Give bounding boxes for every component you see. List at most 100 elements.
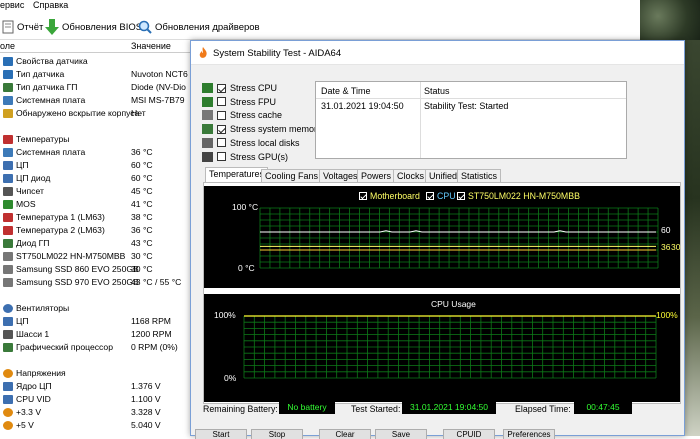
sensor-row[interactable]: ST750LM022 HN-M750MBB 30 °C bbox=[0, 250, 190, 263]
sensor-row[interactable]: Чипсет 45 °C bbox=[0, 185, 190, 198]
sensor-name: Системная плата bbox=[16, 95, 86, 105]
status-header[interactable]: Status bbox=[424, 86, 450, 96]
report-label: Отчёт bbox=[17, 21, 44, 33]
legend-motherboard-checkbox[interactable] bbox=[359, 192, 367, 200]
start-button[interactable]: Start bbox=[195, 429, 247, 439]
thermometer-icon bbox=[3, 213, 13, 222]
stress-checkbox[interactable] bbox=[217, 124, 226, 134]
legend-motherboard[interactable]: Motherboard bbox=[359, 191, 420, 201]
thermometer-icon bbox=[3, 226, 13, 235]
temp-ymin-label: 0 °C bbox=[238, 263, 255, 273]
gpu-icon bbox=[3, 343, 13, 352]
sensor-row[interactable]: ЦП 1168 RPM bbox=[0, 315, 190, 328]
cpu-icon bbox=[3, 382, 13, 391]
clear-button[interactable]: Clear bbox=[319, 429, 371, 439]
legend-motherboard-label: Motherboard bbox=[370, 191, 420, 201]
cpu-icon bbox=[3, 395, 13, 404]
sensor-name: +3.3 V bbox=[16, 407, 42, 417]
motherboard-icon bbox=[3, 148, 13, 157]
menu-service[interactable]: ервис bbox=[0, 0, 24, 10]
field-column-header[interactable]: оле bbox=[0, 41, 15, 51]
sensor-row[interactable]: Тип датчика ГП Diode (NV-Dio bbox=[0, 81, 190, 94]
tab-clocks[interactable]: Clocks bbox=[393, 169, 429, 183]
sensor-row[interactable]: ЦП 60 °C bbox=[0, 159, 190, 172]
window-title: System Stability Test - AIDA64 bbox=[213, 48, 342, 59]
cpu-ymax-label: 100% bbox=[214, 310, 236, 320]
stress-checkbox[interactable] bbox=[217, 97, 226, 107]
sensor-row[interactable]: Тип датчика Nuvoton NCT6 bbox=[0, 68, 190, 81]
voltage-icon bbox=[3, 421, 13, 430]
sensor-value: MSI MS-7B79 bbox=[131, 95, 185, 105]
toolbar: Отчёт Обновления BIOS Обновления драйвер… bbox=[0, 14, 640, 40]
voltage-icon bbox=[3, 408, 13, 417]
sensor-row[interactable]: Системная плата MSI MS-7B79 bbox=[0, 94, 190, 107]
sensor-row[interactable]: Samsung SSD 860 EVO 250GB 30 °C bbox=[0, 263, 190, 276]
tab-temperatures[interactable]: Temperatures bbox=[205, 167, 269, 183]
sensor-section[interactable]: Напряжения bbox=[0, 367, 190, 380]
sensor-row[interactable]: ЦП диод 60 °C bbox=[0, 172, 190, 185]
tab-cooling-fans[interactable]: Cooling Fans bbox=[261, 169, 323, 183]
sensor-row[interactable]: Ядро ЦП 1.376 V bbox=[0, 380, 190, 393]
tab-unified[interactable]: Unified bbox=[425, 169, 462, 183]
stop-button[interactable]: Stop bbox=[251, 429, 303, 439]
thermometer-icon bbox=[3, 135, 13, 144]
sensor-name: Тип датчика ГП bbox=[16, 82, 78, 92]
sensor-name: ЦП диод bbox=[16, 173, 51, 183]
bios-update-button[interactable]: Обновления BIOS bbox=[45, 18, 142, 36]
tab-statistics[interactable]: Statistics bbox=[457, 169, 502, 183]
date-header[interactable]: Date & Time bbox=[321, 86, 371, 96]
stress-checkbox[interactable] bbox=[217, 83, 226, 93]
fan-icon bbox=[3, 304, 13, 313]
chip-icon bbox=[3, 187, 13, 196]
sensor-row[interactable]: Графический процессор 0 RPM (0%) bbox=[0, 341, 190, 354]
sensor-row[interactable]: Диод ГП 43 °C bbox=[0, 237, 190, 250]
driver-update-button[interactable]: Обновления драйверов bbox=[138, 18, 260, 36]
temp-ymax-label: 100 °C bbox=[232, 202, 259, 212]
sensor-section[interactable]: Вентиляторы bbox=[0, 302, 190, 315]
sensor-list: Свойства датчика Тип датчика Nuvoton NCT6 Т… bbox=[0, 53, 190, 436]
sensor-row[interactable]: +3.3 V 3.328 V bbox=[0, 406, 190, 419]
value-column-header[interactable]: Значение bbox=[131, 41, 171, 51]
legend-cpu-checkbox[interactable] bbox=[426, 192, 434, 200]
test-started-value: 31.01.2021 19:04:50 bbox=[402, 400, 496, 414]
sensor-value: 41 °C bbox=[131, 199, 153, 209]
battery-value: No battery bbox=[279, 400, 335, 414]
sensor-row[interactable]: +5 V 5.040 V bbox=[0, 419, 190, 432]
cpuid-button[interactable]: CPUID bbox=[443, 429, 495, 439]
report-button[interactable]: Отчёт bbox=[2, 18, 43, 36]
sensor-section[interactable]: Свойства датчика bbox=[0, 55, 190, 68]
sensor-row[interactable]: Температура 1 (LM63) 38 °C bbox=[0, 211, 190, 224]
sensor-row[interactable]: Шасси 1 1200 RPM bbox=[0, 328, 190, 341]
sensor-row[interactable]: Температура 2 (LM63) 36 °C bbox=[0, 224, 190, 237]
legend-disk[interactable]: ST750LM022 HN-M750MBB bbox=[457, 191, 580, 201]
chassis-icon bbox=[3, 330, 13, 339]
sensor-name: Графический процессор bbox=[16, 342, 113, 352]
sensor-value: 43 °C / 55 °C bbox=[131, 277, 182, 287]
cpu-ymin-label: 0% bbox=[224, 373, 237, 383]
window-titlebar: System Stability Test - AIDA64 bbox=[191, 41, 684, 65]
stress-checkbox[interactable] bbox=[217, 110, 226, 120]
stress-checkbox[interactable] bbox=[217, 138, 226, 148]
graph-panel: Motherboard CPU ST750LM022 HN-M750MBB 10… bbox=[203, 182, 681, 404]
save-button[interactable]: Save bbox=[375, 429, 427, 439]
menu-help[interactable]: Справка bbox=[33, 0, 68, 10]
stress-checkbox[interactable] bbox=[217, 152, 226, 161]
disk-icon bbox=[202, 137, 213, 148]
sensor-row[interactable]: MOS 41 °C bbox=[0, 198, 190, 211]
sensor-row[interactable]: CPU VID 1.100 V bbox=[0, 393, 190, 406]
sensor-row[interactable]: Samsung SSD 970 EVO 250GB 43 °C / 55 °C bbox=[0, 276, 190, 289]
sensor-row[interactable]: Системная плата 36 °C bbox=[0, 146, 190, 159]
preferences-button[interactable]: Preferences bbox=[503, 429, 555, 439]
elapsed-value: 00:47:45 bbox=[574, 400, 632, 414]
legend-cpu[interactable]: CPU bbox=[426, 191, 456, 201]
motherboard-icon bbox=[3, 96, 13, 105]
tab-powers[interactable]: Powers bbox=[357, 169, 396, 183]
tab-voltages[interactable]: Voltages bbox=[319, 169, 362, 183]
legend-disk-checkbox[interactable] bbox=[457, 192, 465, 200]
flame-icon bbox=[199, 47, 207, 58]
sensor-section[interactable]: Температуры bbox=[0, 133, 190, 146]
sensor-name: Температуры bbox=[16, 134, 70, 144]
column-header: оле Значение bbox=[0, 40, 190, 53]
sensor-name: ЦП bbox=[16, 316, 29, 326]
sensor-row[interactable]: Обнаружено вскрытие корпуса Нет bbox=[0, 107, 190, 120]
